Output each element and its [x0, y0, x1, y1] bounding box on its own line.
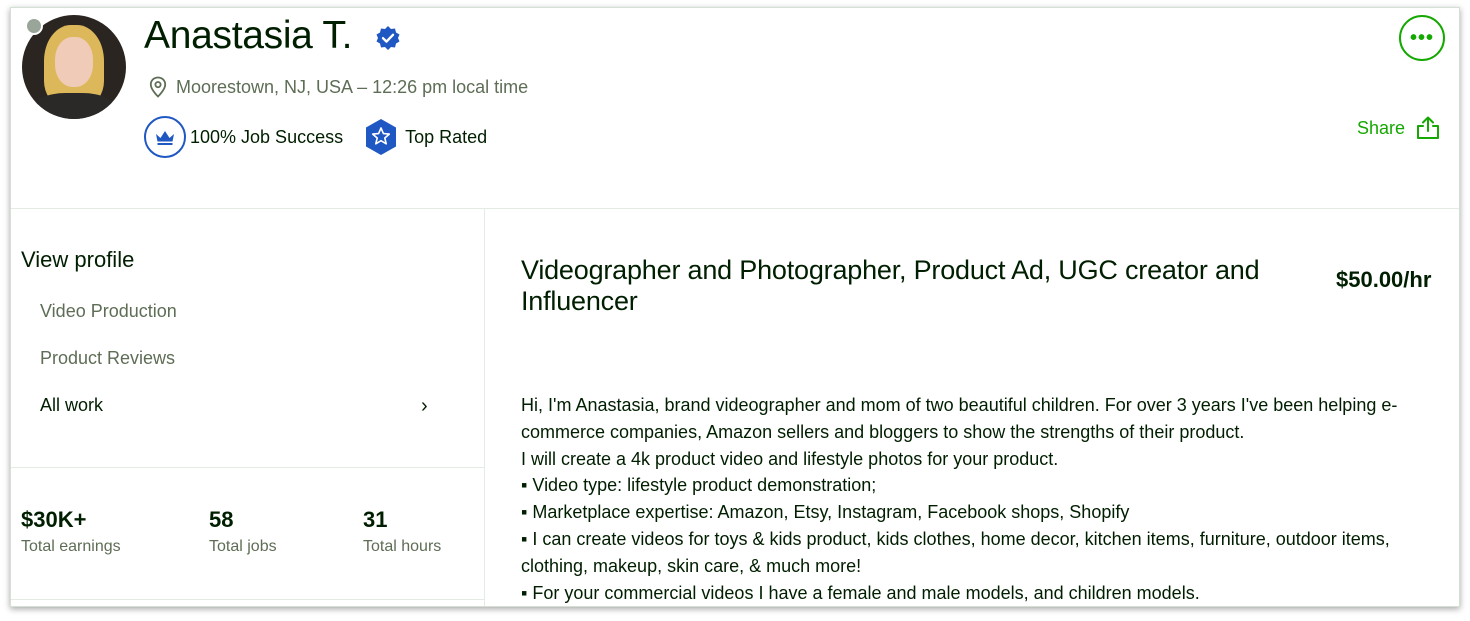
profile-sidebar: View profile Video Production Product Re… [11, 209, 485, 606]
sidebar-item-all-work[interactable]: All work [40, 395, 103, 416]
stat-label: Total earnings [21, 538, 121, 555]
chevron-right-icon[interactable]: › [421, 395, 428, 418]
stat-total-earnings: $30K+ Total earnings [21, 507, 121, 556]
stat-value: 31 [363, 507, 388, 532]
description-line: commerce companies, Amazon sellers and b… [521, 421, 1245, 442]
stat-total-jobs: 58 Total jobs [209, 507, 277, 556]
share-icon [1417, 116, 1440, 139]
divider [11, 599, 484, 600]
divider [11, 467, 484, 468]
more-icon: ••• [1409, 26, 1434, 49]
description-line: clothing, makeup, skin care, & much more… [521, 555, 862, 576]
verified-icon [376, 26, 400, 50]
stat-total-hours: 31 Total hours [363, 507, 441, 556]
more-options-button[interactable]: ••• [1399, 15, 1445, 61]
top-rated-badge[interactable]: Top Rated [363, 118, 487, 156]
description-line: Hi, I'm Anastasia, brand videographer an… [521, 395, 1398, 415]
location-row: Moorestown, NJ, USA – 12:26 pm local tim… [149, 76, 528, 98]
stat-value: 58 [209, 507, 234, 532]
profile-header: Anastasia T. Moorestown, NJ, USA – 12:26… [11, 8, 1459, 209]
profile-card: Anastasia T. Moorestown, NJ, USA – 12:26… [10, 7, 1460, 607]
location-pin-icon [149, 76, 167, 98]
online-status-dot [25, 17, 43, 35]
description-line: I will create a 4k product video and lif… [521, 448, 1059, 469]
badges-row: 100% Job Success Top Rated [144, 116, 487, 158]
stat-value: $30K+ [21, 507, 87, 532]
description-line: ▪ Marketplace expertise: Amazon, Etsy, I… [521, 502, 1130, 523]
profile-title: Videographer and Photographer, Product A… [521, 255, 1260, 316]
sidebar-item-video-production[interactable]: Video Production [40, 301, 177, 322]
hourly-rate: $50.00/hr [1336, 267, 1432, 292]
description-line: ▪ I can create videos for toys & kids pr… [521, 528, 1390, 549]
top-rated-label: Top Rated [405, 126, 488, 147]
location-text: Moorestown, NJ, USA – 12:26 pm local tim… [176, 76, 529, 97]
description-line: ▪ For your commercial videos I have a fe… [521, 582, 1200, 603]
profile-description: Hi, I'm Anastasia, brand videographer an… [521, 392, 1441, 606]
share-label: Share [1357, 117, 1406, 138]
sidebar-item-product-reviews[interactable]: Product Reviews [40, 348, 175, 369]
crown-icon [156, 131, 174, 145]
job-success-badge[interactable]: 100% Job Success [144, 116, 343, 158]
star-badge-icon [366, 119, 397, 155]
description-line: ▪ Video type: lifestyle product demonstr… [521, 475, 877, 496]
stat-label: Total hours [363, 538, 442, 555]
job-success-label: 100% Job Success [190, 126, 344, 147]
profile-name: Anastasia T. [144, 14, 353, 57]
share-button[interactable]: Share [1357, 115, 1441, 141]
view-profile-heading: View profile [21, 247, 135, 272]
stat-label: Total jobs [209, 538, 277, 555]
